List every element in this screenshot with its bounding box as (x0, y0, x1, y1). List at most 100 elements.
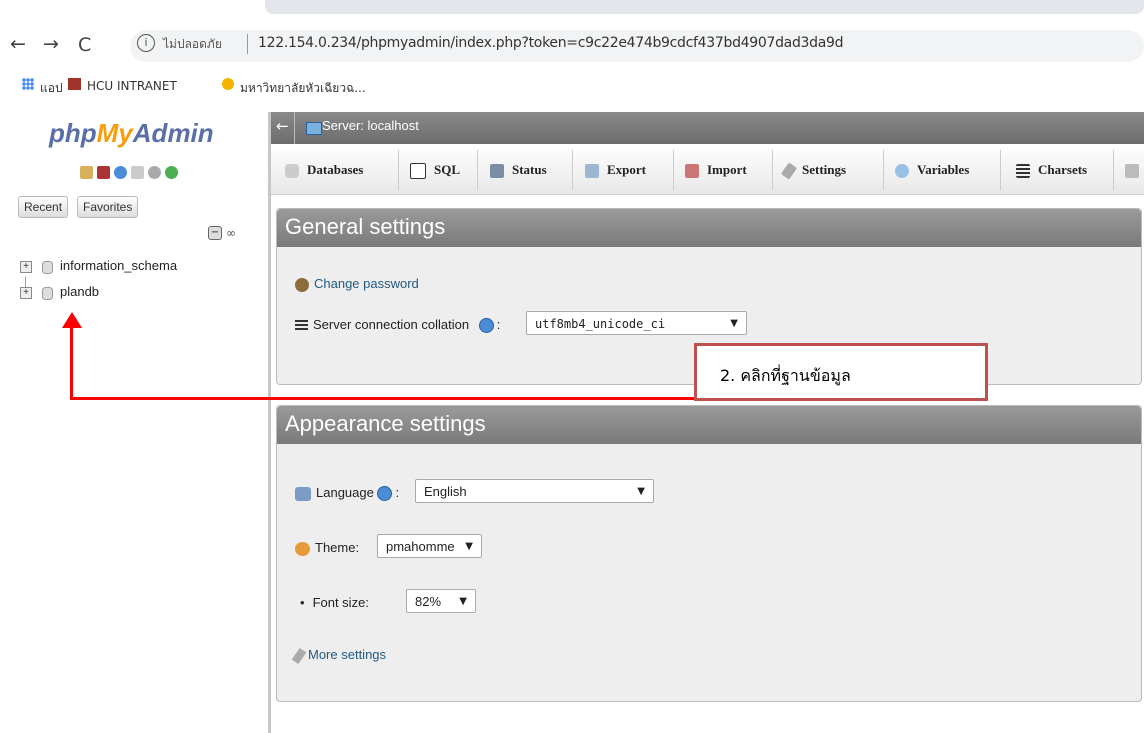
theme-label: Theme: (315, 540, 360, 555)
gear-icon[interactable] (148, 166, 161, 179)
logout-icon[interactable] (97, 166, 110, 179)
bookmark-hcu-intranet[interactable]: HCU INTRANET (87, 79, 177, 93)
apps-icon[interactable] (22, 78, 34, 90)
status-icon (490, 164, 504, 179)
security-status[interactable]: ไม่ปลอดภัย (163, 35, 222, 54)
fontsize-row: • Font size: (300, 595, 369, 610)
palette-icon (295, 541, 310, 556)
annotation-line-horizontal (70, 397, 696, 400)
menu-divider (477, 150, 478, 190)
browser-tabstrip (0, 0, 1144, 22)
language-label: Language (316, 485, 374, 500)
export-icon (585, 164, 599, 179)
browser-tab[interactable] (265, 0, 1144, 14)
panel-title: General settings (285, 214, 446, 239)
more-settings-link[interactable]: More settings (291, 647, 387, 664)
tab-sql[interactable]: SQL (410, 154, 460, 186)
navigation-divider[interactable] (268, 112, 271, 733)
menu-label: Status (512, 162, 547, 177)
panel-header: General settings (277, 209, 1141, 247)
menu-label: Variables (917, 162, 970, 177)
change-password-link[interactable]: Change password (295, 276, 419, 292)
chevron-down-icon: ▼ (459, 596, 467, 607)
phpmyadmin-logo[interactable]: phpMyAdmin (49, 118, 214, 149)
collapse-nav-icon[interactable]: ← (276, 117, 289, 135)
more-settings-label: More settings (308, 647, 387, 662)
chevron-down-icon: ▼ (730, 318, 738, 329)
tab-variables[interactable]: Variables (895, 154, 969, 186)
menu-divider (572, 150, 573, 190)
menu-label: Charsets (1038, 162, 1088, 177)
fontsize-select[interactable]: 82% ▼ (406, 589, 476, 613)
collapse-all-icon[interactable]: − (208, 226, 222, 240)
tab-databases[interactable]: Databases (285, 154, 363, 186)
database-name[interactable]: information_schema (60, 258, 177, 273)
forward-button[interactable]: → (43, 33, 59, 55)
theme-select[interactable]: pmahomme ▼ (377, 534, 482, 558)
language-value: English (424, 484, 467, 499)
chevron-down-icon: ▼ (465, 541, 473, 552)
menu-label: Import (707, 162, 747, 177)
language-select[interactable]: English ▼ (415, 479, 654, 503)
server-icon (306, 122, 322, 135)
back-button[interactable]: ← (10, 33, 26, 55)
charsets-icon (1016, 164, 1030, 179)
logo-php: php (49, 118, 97, 148)
reload-icon[interactable] (165, 166, 178, 179)
database-name[interactable]: plandb (60, 284, 99, 299)
tab-recent[interactable]: Recent (18, 196, 69, 218)
bookmark-university[interactable]: มหาวิทยาลัยหัวเฉียวฉ... (240, 79, 366, 98)
annotation-line-vertical (70, 326, 73, 400)
docs-icon[interactable] (131, 166, 144, 179)
menu-label: Databases (307, 162, 364, 177)
language-row: Language : (295, 485, 399, 502)
menu-divider (883, 150, 884, 190)
university-icon[interactable] (222, 78, 234, 90)
colon: : (496, 317, 501, 332)
theme-value: pmahomme (386, 539, 455, 554)
help-icon[interactable] (377, 486, 393, 502)
language-icon (295, 486, 311, 501)
database-icon (285, 164, 299, 179)
tab-import[interactable]: Import (685, 154, 747, 186)
help-icon[interactable] (478, 318, 494, 334)
panel-header: Appearance settings (277, 406, 1141, 444)
url-text[interactable]: 122.154.0.234/phpmyadmin/index.php?token… (258, 35, 844, 51)
building-icon[interactable] (68, 78, 81, 90)
menu-label: Export (607, 162, 646, 177)
menu-label: Settings (802, 162, 847, 177)
fontsize-value: 82% (415, 594, 442, 609)
menu-divider (772, 150, 773, 190)
tab-more[interactable] (1125, 154, 1144, 186)
change-password-label: Change password (314, 276, 419, 291)
reload-button[interactable]: C (78, 34, 91, 56)
tab-status[interactable]: Status (490, 154, 547, 186)
expand-icon[interactable]: + (20, 287, 32, 299)
bookmark-apps[interactable]: แอป (40, 79, 63, 98)
collation-label: Server connection collation (313, 317, 470, 332)
database-icon (42, 287, 53, 300)
help-icon[interactable] (114, 166, 127, 179)
breadcrumb-divider (294, 112, 295, 144)
tab-charsets[interactable]: Charsets (1016, 154, 1087, 186)
tab-favorites[interactable]: Favorites (77, 196, 139, 218)
menu-label: SQL (434, 162, 461, 177)
server-breadcrumb[interactable]: Server: localhost (322, 118, 419, 133)
list-icon (295, 319, 308, 332)
bullet: • (300, 595, 305, 610)
menu-divider (673, 150, 674, 190)
chevron-down-icon: ▼ (637, 486, 645, 497)
info-icon[interactable]: i (137, 34, 155, 52)
collation-value: utf8mb4_unicode_ci (535, 317, 666, 331)
tab-settings[interactable]: Settings (780, 154, 847, 186)
variables-icon (895, 164, 909, 179)
expand-icon[interactable]: + (20, 261, 32, 273)
tab-export[interactable]: Export (585, 154, 646, 186)
collation-select[interactable]: utf8mb4_unicode_ci ▼ (526, 311, 747, 335)
database-icon (42, 261, 53, 274)
annotation-text: 2. คลิกที่ฐานข้อมูล (720, 366, 851, 385)
home-icon[interactable] (80, 166, 93, 179)
engines-icon (1125, 164, 1139, 179)
link-icon[interactable]: ∞ (226, 226, 236, 240)
logo-admin: Admin (132, 118, 214, 148)
